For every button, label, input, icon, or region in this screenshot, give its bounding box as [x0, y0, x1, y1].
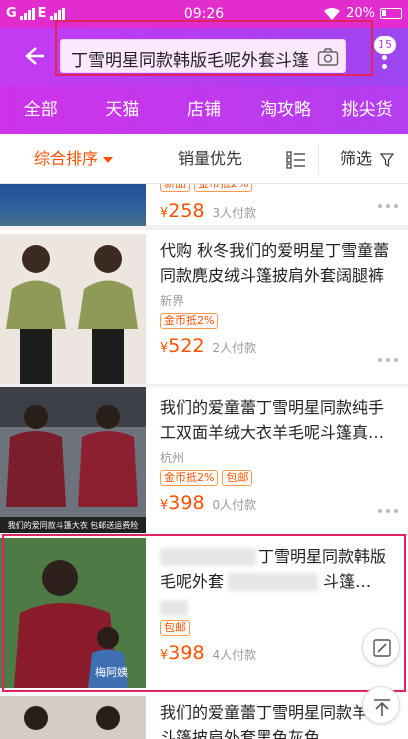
product-card[interactable]: 我们的爱童蕾丁雪明星同款羊毛斗篷披肩外套黑色灰色: [0, 692, 408, 739]
tab-tmall[interactable]: 天猫: [82, 86, 164, 134]
product-tags: 金币抵2%: [160, 313, 398, 329]
tag-label: 包邮: [222, 470, 253, 486]
product-image: [0, 234, 146, 384]
product-title: 代购 秋冬我们的爱明星丁雪童蕾同款麂皮绒斗篷披肩外套阔腿裤: [160, 241, 390, 285]
product-tags: 新品 金币抵2%: [160, 184, 398, 192]
category-tabs: 全部 天猫 店铺 淘攻略 挑尖货: [0, 86, 408, 134]
caret-down-icon: [103, 156, 114, 163]
arrow-up-icon: [374, 699, 390, 716]
product-tags: 金币抵2% 包邮: [160, 470, 398, 486]
product-info: 新品 金币抵2% ¥2583人付款: [160, 184, 398, 222]
price-value: 258: [168, 200, 205, 222]
product-price: ¥258 3人付款: [160, 200, 398, 222]
product-info: 代购 秋冬我们的爱明星丁雪童蕾同款麂皮绒斗篷披肩外套阔腿裤 新界 金币抵2% ¥…: [160, 238, 398, 357]
status-bar: G E 09:26 20%: [0, 0, 408, 28]
wifi-icon: [324, 7, 341, 20]
back-to-top-button[interactable]: [362, 686, 400, 724]
list-view-icon[interactable]: [286, 151, 306, 169]
tag-label: 包邮: [160, 620, 190, 636]
edit-icon: [373, 639, 391, 657]
title-line-1: 丁雪明星同款韩版: [258, 547, 387, 566]
paid-count: 3人付款: [212, 206, 257, 220]
tag-label: 新品: [160, 184, 190, 192]
product-image: [0, 184, 146, 226]
image-caption: 梅阿姨: [95, 666, 128, 679]
title-line-2b: 斗篷…: [323, 572, 372, 591]
model-photo: [0, 696, 146, 739]
more-vertical-icon[interactable]: [382, 46, 388, 74]
title-line-2: 毛呢外套: [160, 572, 225, 591]
more-dots-icon[interactable]: [378, 358, 398, 362]
paid-count: 4人付款: [212, 648, 257, 662]
more-dots-icon[interactable]: [378, 509, 398, 513]
divider: [318, 144, 319, 174]
more-dots-icon[interactable]: [378, 204, 398, 208]
feedback-button[interactable]: [362, 628, 400, 666]
product-price: ¥522 2人付款: [160, 335, 398, 357]
search-query-text: 丁雪明星同款韩版毛呢外套斗篷: [71, 51, 309, 71]
product-location: 杭州: [160, 451, 185, 465]
search-header: 丁雪明星同款韩版毛呢外套斗篷 15: [0, 28, 408, 86]
tab-all[interactable]: 全部: [0, 86, 82, 134]
model-photo: [0, 234, 146, 384]
blurred-text: [160, 548, 256, 566]
product-info: 我们的爱童蕾丁雪明星同款纯手工双面羊绒大衣羊毛呢斗篷真… 杭州 金币抵2% 包邮…: [160, 395, 398, 514]
image-caption: 我们的爱同款斗篷大衣 包邮送运费险: [7, 521, 139, 530]
product-image: [0, 696, 146, 739]
battery-icon: [380, 8, 402, 19]
product-title: 丁雪明星同款韩版 毛呢外套 斗篷…: [160, 544, 398, 594]
model-photo: [0, 387, 146, 533]
tag-label: 金币抵2%: [160, 470, 219, 486]
paid-count: 0人付款: [212, 498, 257, 512]
product-price: ¥398 0人付款: [160, 492, 398, 514]
product-card[interactable]: 我们的爱同款斗篷大衣 包邮送运费险 我们的爱童蕾丁雪明星同款纯手工双面羊绒大衣羊…: [0, 387, 408, 535]
tag-label: 金币抵2%: [194, 184, 253, 192]
funnel-icon: [380, 152, 395, 167]
price-value: 522: [168, 335, 205, 357]
product-card[interactable]: 新品 金币抵2% ¥2583人付款: [0, 184, 408, 226]
sort-bar: 综合排序 销量优先 筛选: [0, 134, 408, 184]
filter-button[interactable]: 筛选: [340, 134, 395, 184]
product-card[interactable]: 梅阿姨 丁雪明星同款韩版 毛呢外套 斗篷… 包邮 ¥398 4人付款: [0, 536, 408, 690]
search-results-screen: G E 09:26 20% 丁雪明星同款韩版毛呢外套斗篷 15 全部 天猫 店铺…: [0, 0, 408, 739]
price-value: 398: [168, 492, 205, 514]
filter-label: 筛选: [340, 149, 373, 168]
tab-shops[interactable]: 店铺: [163, 86, 245, 134]
product-image: 梅阿姨: [0, 538, 146, 688]
price-value: 398: [168, 642, 205, 664]
back-arrow-icon[interactable]: [20, 42, 46, 70]
tag-label: 金币抵2%: [160, 313, 219, 329]
search-input[interactable]: 丁雪明星同款韩版毛呢外套斗篷: [60, 39, 346, 73]
product-list[interactable]: 新品 金币抵2% ¥2583人付款: [0, 184, 408, 739]
camera-icon[interactable]: [317, 47, 339, 67]
blurred-location: [160, 600, 188, 616]
sort-sales-button[interactable]: 销量优先: [178, 134, 242, 184]
product-title: 我们的爱童蕾丁雪明星同款纯手工双面羊绒大衣羊毛呢斗篷真…: [160, 398, 385, 442]
sort-default-label: 综合排序: [34, 149, 99, 168]
paid-count: 2人付款: [212, 341, 257, 355]
tab-premium[interactable]: 挑尖货: [326, 86, 408, 134]
status-right: 20%: [323, 6, 402, 21]
product-location: 新界: [160, 294, 185, 308]
product-image: 我们的爱同款斗篷大衣 包邮送运费险: [0, 387, 146, 533]
blurred-text: [228, 573, 318, 591]
product-card[interactable]: 代购 秋冬我们的爱明星丁雪童蕾同款麂皮绒斗篷披肩外套阔腿裤 新界 金币抵2% ¥…: [0, 230, 408, 385]
battery-percent: 20%: [346, 6, 375, 21]
sort-default-button[interactable]: 综合排序: [34, 134, 114, 184]
tab-guides[interactable]: 淘攻略: [245, 86, 327, 134]
